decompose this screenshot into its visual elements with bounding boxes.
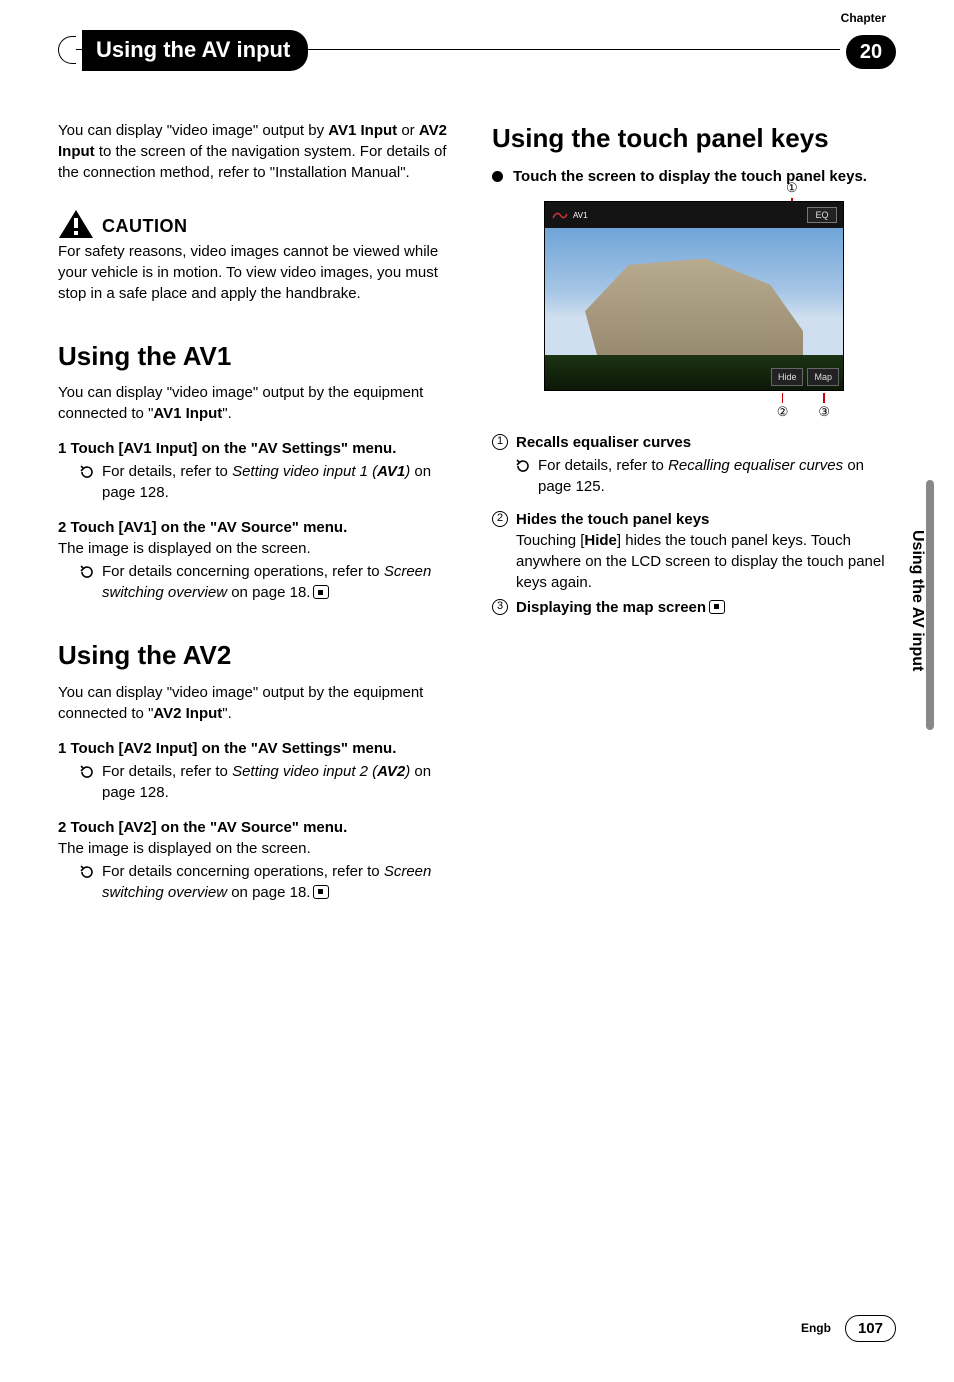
callout-3-label: ③: [818, 403, 830, 421]
list-item-2: 2 Hides the touch panel keys Touching [H…: [492, 509, 896, 593]
refer-arrow-icon: [80, 564, 94, 578]
touch-bullet: Touch the screen to display the touch pa…: [492, 166, 896, 187]
chapter-number-pill: 20: [846, 35, 896, 69]
av2-ref2: For details concerning operations, refer…: [58, 861, 462, 903]
list-item-3: 3 Displaying the map screen: [492, 597, 896, 618]
source-indicator: AV1: [551, 208, 588, 222]
circled-number-icon: 3: [492, 599, 508, 615]
side-thumb-tab: Using the AV input: [906, 480, 934, 730]
left-column: You can display "video image" output by …: [58, 120, 462, 911]
screenshot-figure: ① AV1 EQ 10:00 Hide Map: [544, 201, 844, 421]
callout-1-label: ①: [786, 179, 798, 197]
chapter-title: Using the AV input: [82, 30, 308, 71]
av2-intro: You can display "video image" output by …: [58, 682, 462, 724]
av1-step2: 2 Touch [AV1] on the "AV Source" menu.: [58, 517, 462, 538]
av2-step2: 2 Touch [AV2] on the "AV Source" menu.: [58, 817, 462, 838]
circled-number-icon: 1: [492, 434, 508, 450]
av1-step1: 1 Touch [AV1 Input] on the "AV Settings"…: [58, 438, 462, 459]
refer-arrow-icon: [80, 764, 94, 778]
caution-body: For safety reasons, video images cannot …: [58, 241, 462, 304]
circled-number-icon: 2: [492, 511, 508, 527]
bullet-icon: [492, 171, 503, 182]
chapter-label: Chapter: [841, 10, 886, 27]
av1-intro: You can display "video image" output by …: [58, 382, 462, 424]
end-mark-icon: [313, 885, 329, 899]
eq-button[interactable]: EQ: [807, 207, 837, 223]
language-code: Engb: [801, 1320, 831, 1337]
list-item-1: 1 Recalls equaliser curves For details, …: [492, 432, 896, 505]
end-mark-icon: [313, 585, 329, 599]
end-mark-icon: [709, 600, 725, 614]
av2-step2-body: The image is displayed on the screen.: [58, 838, 462, 859]
refer-arrow-icon: [516, 458, 530, 472]
map-button[interactable]: Map: [807, 368, 839, 387]
caution-heading: CAUTION: [102, 214, 188, 239]
refer-arrow-icon: [80, 864, 94, 878]
page-number: 107: [845, 1315, 896, 1342]
chapter-tab: Using the AV input: [58, 30, 840, 70]
av1-ref1: For details, refer to Setting video inpu…: [58, 461, 462, 503]
hide-button[interactable]: Hide: [771, 368, 804, 387]
av2-ref1: For details, refer to Setting video inpu…: [58, 761, 462, 803]
refer-arrow-icon: [80, 464, 94, 478]
section-heading-av1: Using the AV1: [58, 338, 462, 374]
callout-2-label: ②: [777, 403, 789, 421]
right-column: Using the touch panel keys Touch the scr…: [492, 120, 896, 911]
av1-ref2: For details concerning operations, refer…: [58, 561, 462, 603]
av1-step2-body: The image is displayed on the screen.: [58, 538, 462, 559]
section-heading-touchpanel: Using the touch panel keys: [492, 120, 896, 156]
section-heading-av2: Using the AV2: [58, 637, 462, 673]
caution-icon: [58, 209, 94, 239]
intro-paragraph: You can display "video image" output by …: [58, 120, 462, 183]
device-screenshot: AV1 EQ 10:00 Hide Map: [544, 201, 844, 391]
av2-step1: 1 Touch [AV2 Input] on the "AV Settings"…: [58, 738, 462, 759]
